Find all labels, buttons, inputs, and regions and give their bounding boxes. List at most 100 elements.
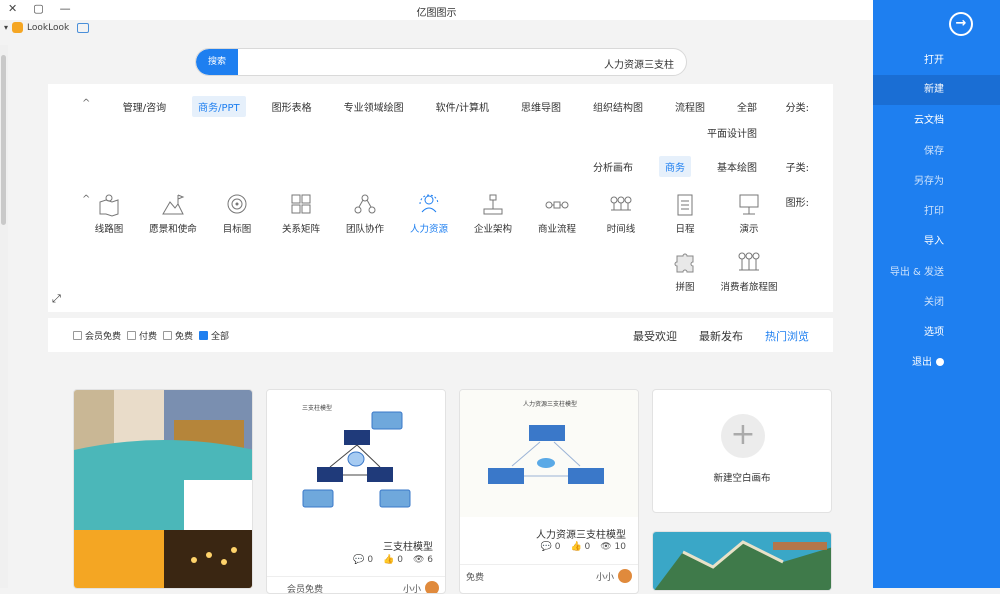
menu-print[interactable]: 打印 <box>873 197 1000 227</box>
category-software[interactable]: 软件/计算机 <box>430 96 495 117</box>
filter-all-checkbox[interactable]: 全部 <box>199 329 229 342</box>
sub-analysis-canvas[interactable]: 分析画布 <box>587 156 639 177</box>
card-stats: 👁 10 👍 0 💬 0 <box>541 542 626 552</box>
figure-vision-mission[interactable]: 愿景和使命 <box>141 192 205 235</box>
maximize-window-button[interactable]: ▢ <box>33 2 43 15</box>
new-blank-canvas-card[interactable]: + 新建空白画布 <box>652 389 832 513</box>
search-input[interactable]: 人力资源三支柱 <box>604 56 674 71</box>
figure-business-process[interactable]: 商业流程 <box>525 192 589 235</box>
author-name[interactable]: 小小 <box>596 570 614 583</box>
thumb-header: 人力资源三支柱模型 <box>523 400 577 408</box>
looklook-logo-icon <box>12 22 24 33</box>
minimize-window-button[interactable]: — <box>60 2 71 15</box>
comments-stat[interactable]: 💬 0 <box>541 542 561 552</box>
scrollbar-thumb[interactable] <box>1 55 6 225</box>
business-process-icon <box>545 201 569 209</box>
sub-basic[interactable]: 基本绘图 <box>711 156 763 177</box>
menu-options[interactable]: 选项 <box>873 318 1000 348</box>
filter-free-checkbox[interactable]: 免费 <box>163 329 193 342</box>
human-resources-icon <box>419 194 439 213</box>
figure-roadmap[interactable]: 线路图 <box>77 192 141 235</box>
expand-icon[interactable]: ⤢ <box>52 292 61 306</box>
template-card-poster[interactable] <box>73 389 253 589</box>
enterprise-architecture-icon <box>483 194 503 215</box>
category-business-ppt[interactable]: 商务/PPT <box>192 96 246 117</box>
vision-mission-icon <box>162 194 185 215</box>
search-button[interactable]: 搜索 <box>196 49 238 75</box>
card-title[interactable]: 三支柱模型 <box>383 538 433 553</box>
menu-export-send[interactable]: 导出 & 发送 <box>873 258 1000 288</box>
views-stat: 👁 10 <box>600 542 626 552</box>
menu-cloud-docs[interactable]: 云文档 <box>873 106 1000 136</box>
customer-journey-icon <box>738 252 760 271</box>
sort-tab-bar: 热门浏览 最新发布 最受欢迎 全部 免费 付费 会员免费 <box>48 318 833 352</box>
likes-stat[interactable]: 👍 0 <box>383 555 403 565</box>
template-card-landscape[interactable] <box>652 531 832 591</box>
figure-human-resources[interactable]: 人力资源 <box>397 192 461 235</box>
message-icon[interactable] <box>77 22 90 33</box>
tab-newest[interactable]: 最新发布 <box>699 328 743 344</box>
figure-team-collaboration[interactable]: 团队协作 <box>333 192 397 235</box>
file-menu-sidebar: → 打开 新建 云文档 保存 另存为 打印 导入 导出 & 发送 关闭 选项 退… <box>873 0 1000 588</box>
arrow-right-circle-icon[interactable]: → <box>949 12 973 36</box>
menu-import[interactable]: 导入 <box>873 227 1000 257</box>
target-icon <box>227 194 247 214</box>
figure-target[interactable]: 目标图 <box>205 192 269 235</box>
figure-enterprise-architecture[interactable]: 企业架构 <box>461 192 525 235</box>
tab-hot[interactable]: 热门浏览 <box>765 328 809 344</box>
price-tag: 免费 <box>466 573 485 583</box>
figure-schedule[interactable]: 日程 <box>653 192 717 235</box>
menu-close[interactable]: 关闭 <box>873 288 1000 318</box>
puzzle-icon <box>674 253 694 273</box>
card-author-row: 小小 会员免费 <box>267 576 445 593</box>
category-graphic-design[interactable]: 平面设计图 <box>701 122 763 143</box>
relation-matrix-icon <box>291 194 311 214</box>
figure-presentation[interactable]: 演示 <box>717 192 781 235</box>
category-management[interactable]: 管理/咨询 <box>117 96 172 117</box>
figure-puzzle[interactable]: 拼图 <box>653 250 717 293</box>
timeline-icon <box>610 196 632 211</box>
category-professional[interactable]: 专业领域绘图 <box>338 96 410 117</box>
likes-stat[interactable]: 👍 0 <box>570 542 590 552</box>
roadmap-icon <box>99 194 119 217</box>
sort-tabs: 热门浏览 最新发布 最受欢迎 <box>633 328 809 344</box>
menu-exit-label: 退出 <box>912 357 932 368</box>
close-window-button[interactable]: ✕ <box>8 2 17 15</box>
category-org-chart[interactable]: 组织结构图 <box>587 96 649 117</box>
figure-customer-journey[interactable]: 消费者旅程图 <box>717 250 781 293</box>
collapse-category-icon[interactable]: ^ <box>82 98 90 109</box>
tab-popular[interactable]: 最受欢迎 <box>633 328 677 344</box>
filter-paid-checkbox[interactable]: 付费 <box>127 329 157 342</box>
sub-business[interactable]: 商务 <box>659 156 691 177</box>
category-row: 分类: 全部 流程图 组织结构图 思维导图 软件/计算机 专业领域绘图 图形表格… <box>117 96 809 117</box>
category-all[interactable]: 全部 <box>731 96 763 117</box>
brand-name[interactable]: LookLook <box>27 23 69 33</box>
avatar <box>618 569 632 583</box>
schedule-icon <box>677 194 693 216</box>
comments-stat[interactable]: 💬 0 <box>353 555 373 565</box>
menu-new[interactable]: 新建 <box>873 75 1000 105</box>
menu-exit[interactable]: 退出 <box>873 348 1000 378</box>
thumb-header: 三支柱模型 <box>302 404 332 412</box>
menu-open[interactable]: 打开 <box>873 46 1000 76</box>
figure-timeline[interactable]: 时间线 <box>589 192 653 235</box>
category-row-2: 平面设计图 <box>701 122 809 143</box>
filter-member-free-checkbox[interactable]: 会员免费 <box>73 329 121 342</box>
search-bar[interactable]: 搜索 人力资源三支柱 <box>195 48 687 76</box>
category-flowchart[interactable]: 流程图 <box>669 96 711 117</box>
scrollbar[interactable] <box>0 45 8 588</box>
category-graphics-tables[interactable]: 图形表格 <box>266 96 318 117</box>
author-name[interactable]: 小小 <box>403 582 421 593</box>
team-collaboration-icon <box>354 194 376 214</box>
category-mindmap[interactable]: 思维导图 <box>515 96 567 117</box>
presentation-icon <box>739 194 759 215</box>
card-title[interactable]: 人力资源三支柱模型 <box>536 526 626 541</box>
template-card-three-pillars[interactable]: 三支柱模型 三支柱模型 👁 6 👍 0 💬 0 小小 会员免费 <box>266 389 446 594</box>
three-pillars-thumbnail: 三支柱模型 <box>267 390 445 530</box>
figure-relation-matrix[interactable]: 关系矩阵 <box>269 192 333 235</box>
dropdown-icon[interactable]: ▾ <box>4 23 8 32</box>
template-card-hr-three-pillars[interactable]: 人力资源三支柱模型 人力资源三支柱模型 👁 10 👍 0 💬 0 小小 免费 <box>459 389 639 594</box>
menu-save-as[interactable]: 另存为 <box>873 167 1000 197</box>
menu-save[interactable]: 保存 <box>873 137 1000 167</box>
price-filter: 全部 免费 付费 会员免费 <box>73 329 229 342</box>
